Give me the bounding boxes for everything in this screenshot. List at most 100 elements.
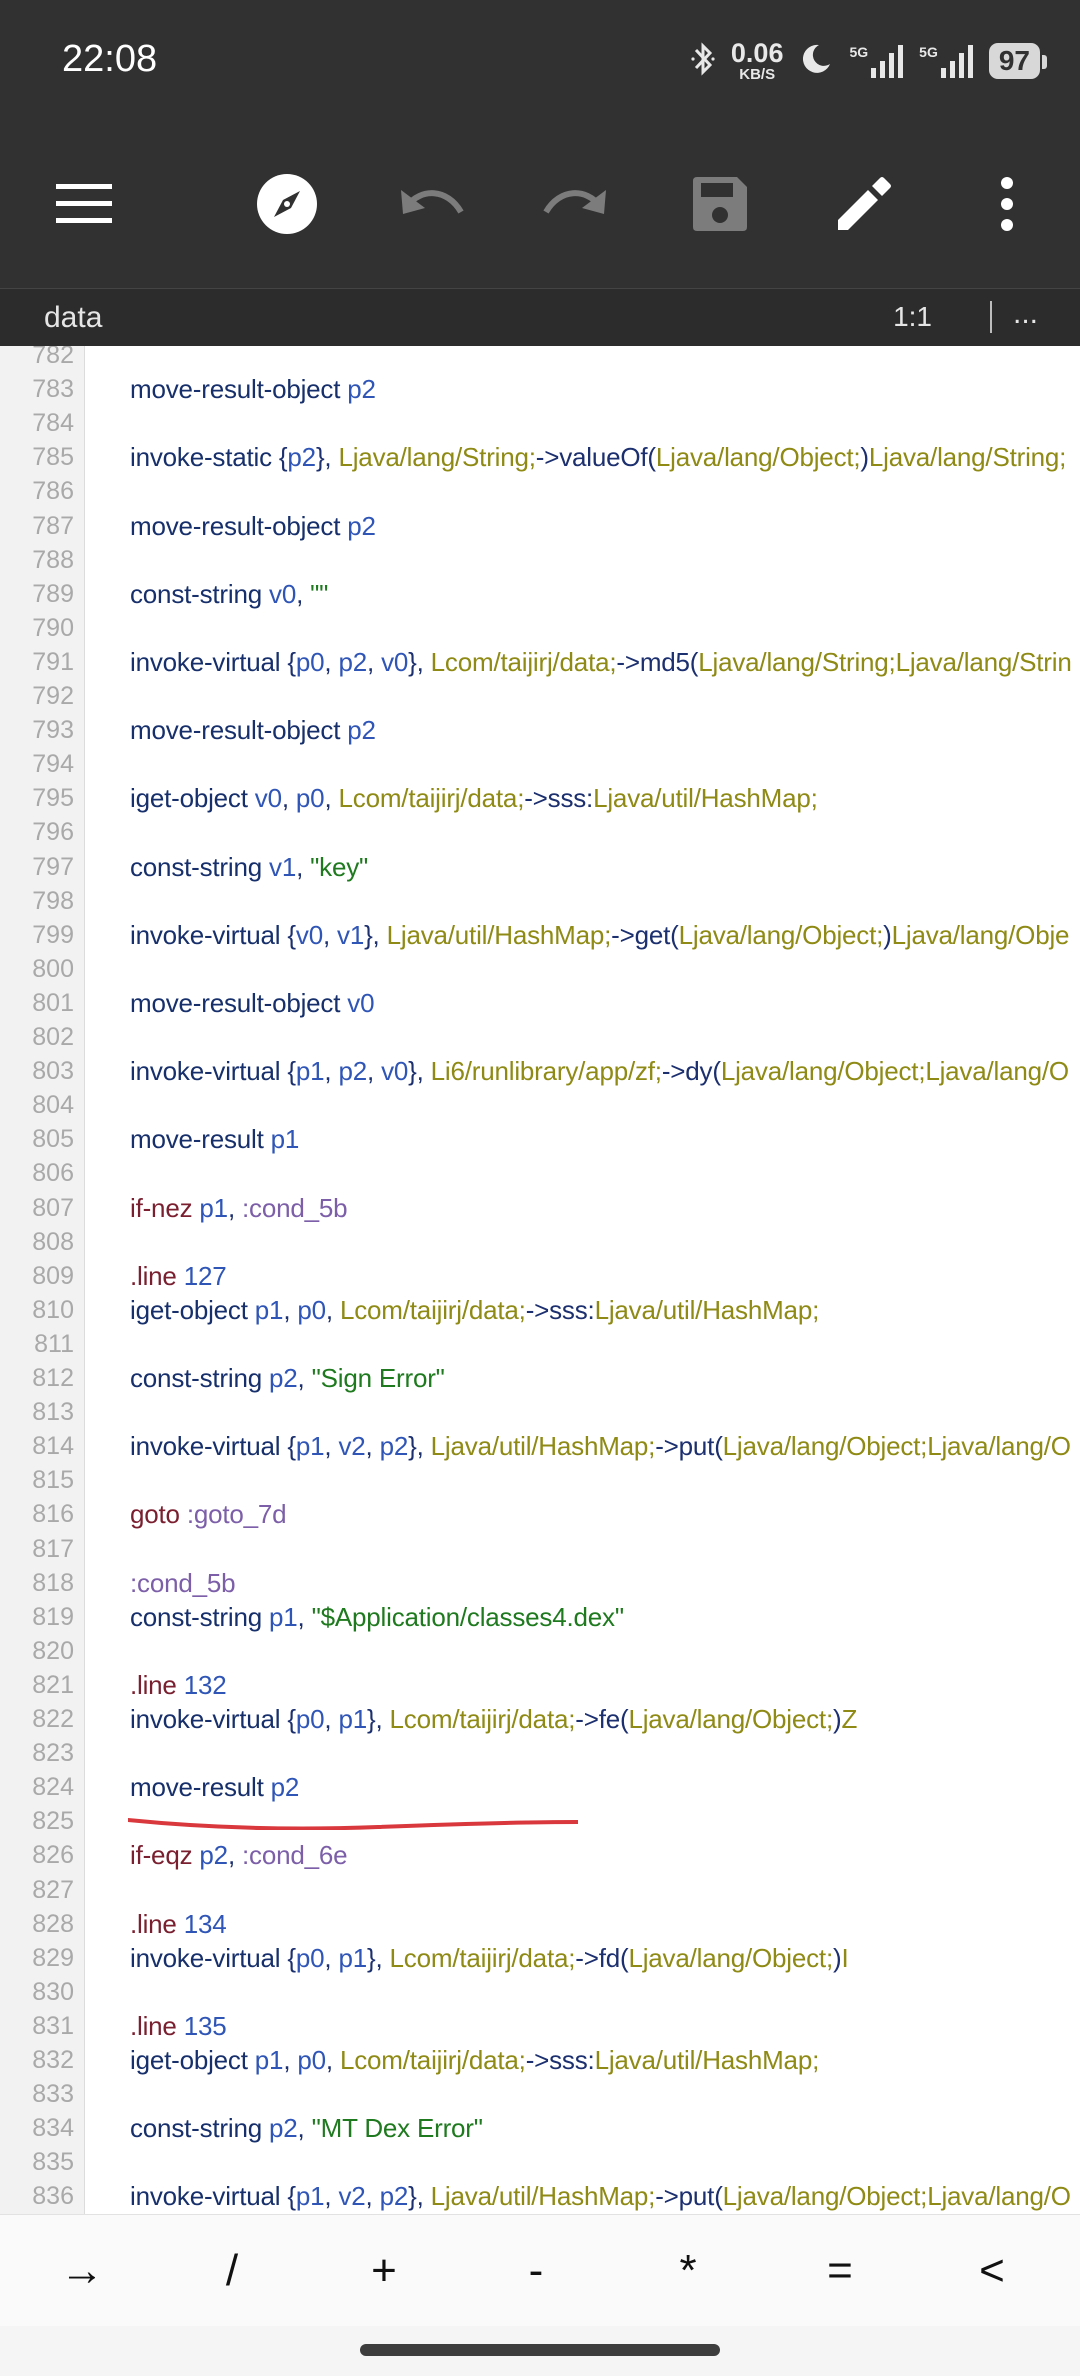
code-line[interactable]: 798 xyxy=(0,884,1080,918)
line-number: 795 xyxy=(32,784,74,813)
code-line[interactable]: 819 const-string p1, "$Application/classe… xyxy=(0,1600,1080,1634)
code-line[interactable]: 782 xyxy=(0,346,1080,372)
code-token: v0 xyxy=(347,987,375,1018)
home-indicator[interactable] xyxy=(360,2344,720,2356)
code-line[interactable]: 822 invoke-virtual {p0, p1}, Lcom/taijirj… xyxy=(0,1702,1080,1736)
code-line[interactable]: 834 const-string p2, "MT Dex Error" xyxy=(0,2111,1080,2145)
file-more-button[interactable]: ... xyxy=(1013,297,1038,331)
code-line[interactable]: 832 iget-object p1, p0, Lcom/taijirj/data… xyxy=(0,2043,1080,2077)
line-number: 809 xyxy=(32,1261,74,1290)
undo-icon[interactable] xyxy=(392,164,472,244)
code-line[interactable]: 816 goto :goto_7d xyxy=(0,1497,1080,1531)
code-line[interactable]: 783 move-result-object p2 xyxy=(0,372,1080,406)
symbol-key[interactable]: < xyxy=(932,2231,1052,2311)
code-line[interactable]: 814 invoke-virtual {p1, v2, p2}, Ljava/ut… xyxy=(0,1429,1080,1463)
code-line[interactable]: 829 invoke-virtual {p0, p1}, Lcom/taijirj… xyxy=(0,1941,1080,1975)
code-token: v2 xyxy=(338,1431,366,1462)
code-token: ) xyxy=(883,919,892,950)
code-line[interactable]: 836 invoke-virtual {p1, v2, p2}, Ljava/ut… xyxy=(0,2179,1080,2213)
code-line[interactable]: 810 iget-object p1, p0, Lcom/taijirj/data… xyxy=(0,1293,1080,1327)
code-line[interactable]: 801 move-result-object v0 xyxy=(0,986,1080,1020)
code-line[interactable]: 806 xyxy=(0,1156,1080,1190)
code-line[interactable]: 784 xyxy=(0,406,1080,440)
code-text: const-string v0, "" xyxy=(130,577,328,611)
code-line[interactable]: 807 if-nez p1, :cond_5b xyxy=(0,1191,1080,1225)
symbol-key[interactable]: / xyxy=(172,2231,292,2311)
code-line[interactable]: 824 move-result p2 xyxy=(0,1770,1080,1804)
code-line[interactable]: 795 iget-object v0, p0, Lcom/taijirj/data… xyxy=(0,781,1080,815)
code-line[interactable]: 831 .line 135 xyxy=(0,2009,1080,2043)
code-line[interactable]: 785 invoke-static {p2}, Ljava/lang/String… xyxy=(0,440,1080,474)
code-token: v1 xyxy=(269,851,297,882)
code-token: invoke-static xyxy=(130,442,279,473)
code-token: p1 xyxy=(254,2045,284,2075)
code-line[interactable]: 804 xyxy=(0,1088,1080,1122)
code-line[interactable]: 827 xyxy=(0,1873,1080,1907)
code-token: p1 xyxy=(295,1431,325,1462)
code-line[interactable]: 818:cond_5b xyxy=(0,1566,1080,1600)
compass-icon[interactable] xyxy=(247,164,327,244)
code-line[interactable]: 830 xyxy=(0,1975,1080,2009)
menu-icon[interactable] xyxy=(44,164,124,244)
more-vert-icon[interactable] xyxy=(967,164,1047,244)
code-token: , xyxy=(324,1704,339,1734)
code-editor[interactable]: 782 783 move-result-object p2 784 785 invoke-… xyxy=(0,346,1080,2214)
line-number: 830 xyxy=(32,1977,74,2006)
code-line[interactable]: 800 xyxy=(0,952,1080,986)
code-line[interactable]: 791 invoke-virtual {p0, p2, v0}, Lcom/tai… xyxy=(0,645,1080,679)
code-line[interactable]: 828 .line 134 xyxy=(0,1907,1080,1941)
code-line[interactable]: 794 xyxy=(0,747,1080,781)
symbol-key[interactable]: - xyxy=(476,2231,596,2311)
code-token: p2 xyxy=(347,510,376,541)
code-text: goto :goto_7d xyxy=(130,1497,287,1531)
code-line[interactable]: 787 move-result-object p2 xyxy=(0,509,1080,543)
code-line[interactable]: 826 if-eqz p2, :cond_6e xyxy=(0,1838,1080,1872)
code-line[interactable]: 802 xyxy=(0,1020,1080,1054)
code-line[interactable]: 790 xyxy=(0,611,1080,645)
code-line[interactable]: 817 xyxy=(0,1532,1080,1566)
redo-icon[interactable] xyxy=(535,164,615,244)
code-line[interactable]: 835 xyxy=(0,2145,1080,2179)
file-name-tab[interactable]: data xyxy=(44,301,102,335)
code-line[interactable]: 823 xyxy=(0,1736,1080,1770)
save-icon[interactable] xyxy=(680,164,760,244)
code-line[interactable]: 789 const-string v0, "" xyxy=(0,577,1080,611)
code-line[interactable]: 809 .line 127 xyxy=(0,1259,1080,1293)
code-token: , xyxy=(296,851,311,882)
code-token: const-string xyxy=(130,578,270,609)
code-line[interactable]: 820 xyxy=(0,1634,1080,1668)
code-token: }, xyxy=(315,442,339,473)
edit-icon[interactable] xyxy=(824,164,904,244)
line-number: 813 xyxy=(32,1398,74,1427)
code-line[interactable]: 797 const-string v1, "key" xyxy=(0,850,1080,884)
code-line[interactable]: 796 xyxy=(0,815,1080,849)
code-token: :cond_5b xyxy=(242,1192,348,1223)
code-line[interactable]: 799 invoke-virtual {v0, v1}, Ljava/util/H… xyxy=(0,918,1080,952)
code-text: invoke-virtual {p0, p2, v0}, Lcom/taijir… xyxy=(130,645,1072,679)
symbol-key[interactable]: = xyxy=(780,2231,900,2311)
status-time: 22:08 xyxy=(62,38,158,80)
code-token: ->md5( xyxy=(616,646,699,677)
code-token: p2 xyxy=(287,442,316,473)
symbol-key[interactable]: → xyxy=(22,2231,142,2311)
code-token: ->put( xyxy=(655,1431,723,1462)
code-line[interactable]: 808 xyxy=(0,1225,1080,1259)
symbol-key[interactable]: + xyxy=(324,2231,444,2311)
code-line[interactable]: 833 xyxy=(0,2077,1080,2111)
code-line[interactable]: 811 xyxy=(0,1327,1080,1361)
symbol-key[interactable]: * xyxy=(628,2231,748,2311)
code-line[interactable]: 786 xyxy=(0,474,1080,508)
code-line[interactable]: 792 xyxy=(0,679,1080,713)
code-token: const-string xyxy=(130,2113,270,2144)
code-line[interactable]: 793 move-result-object p2 xyxy=(0,713,1080,747)
code-line[interactable]: 821 .line 132 xyxy=(0,1668,1080,1702)
code-line[interactable]: 805 move-result p1 xyxy=(0,1122,1080,1156)
code-line[interactable]: 812 const-string p2, "Sign Error" xyxy=(0,1361,1080,1395)
code-line[interactable]: 813 xyxy=(0,1395,1080,1429)
code-token: .line xyxy=(130,1260,184,1291)
code-line[interactable]: 803 invoke-virtual {p1, p2, v0}, Li6/runl… xyxy=(0,1054,1080,1088)
code-line[interactable]: 825 xyxy=(0,1804,1080,1838)
code-text: invoke-virtual {p1, v2, p2}, Ljava/util/… xyxy=(130,1429,1071,1463)
code-line[interactable]: 815 xyxy=(0,1463,1080,1497)
code-line[interactable]: 788 xyxy=(0,543,1080,577)
